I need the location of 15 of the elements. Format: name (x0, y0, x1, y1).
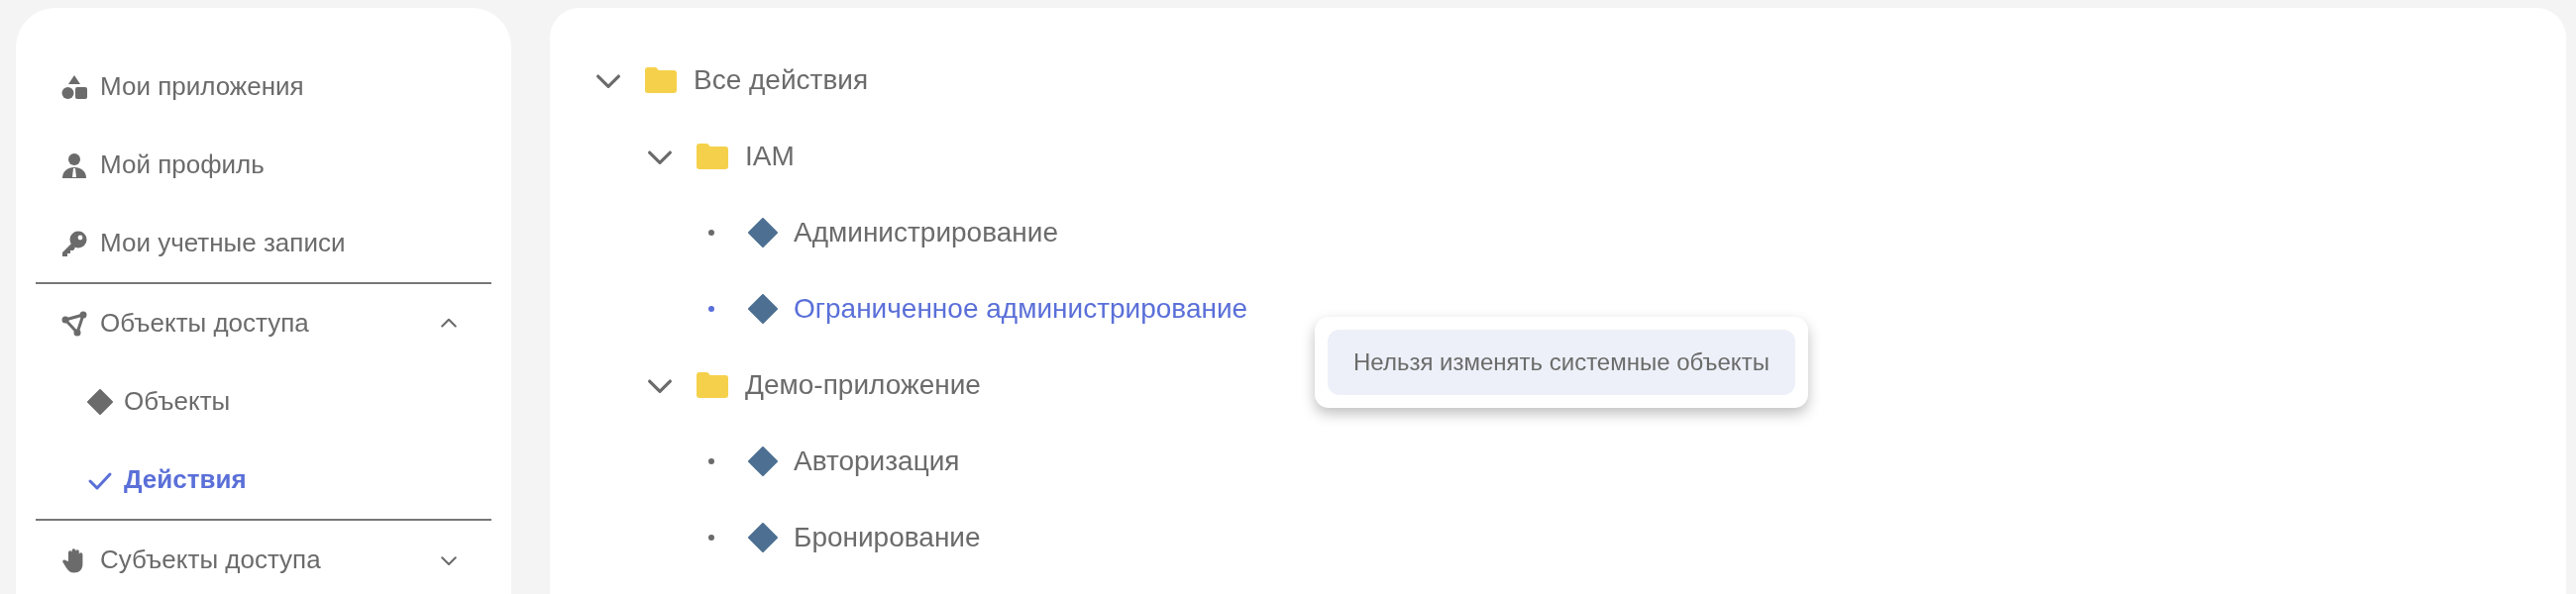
tree-item[interactable]: Демо-приложение (745, 368, 981, 401)
tree-item[interactable]: IAM (745, 140, 795, 172)
sidebar-subitem[interactable]: Объекты (36, 362, 491, 441)
tree-item[interactable]: Авторизация (794, 445, 960, 477)
sidebar-subitem[interactable]: Действия (36, 441, 491, 519)
sidebar-item[interactable]: Мои учетные записи (36, 204, 491, 282)
sidebar-item[interactable]: Мой профиль (36, 126, 491, 204)
tree-item[interactable]: Ограниченное администрирование (794, 292, 1248, 325)
sidebar-section[interactable]: Объекты доступа (36, 284, 491, 362)
tree-item[interactable]: Бронирование (794, 521, 981, 553)
tree-item[interactable]: Все действия (694, 63, 869, 96)
tooltip-text: Нельзя изменять системные объекты (1328, 330, 1795, 395)
tree-item[interactable]: Администрирование (794, 216, 1058, 248)
sidebar-item[interactable]: Мои приложения (36, 48, 491, 126)
sidebar-section[interactable]: Субъекты доступа (36, 521, 491, 594)
